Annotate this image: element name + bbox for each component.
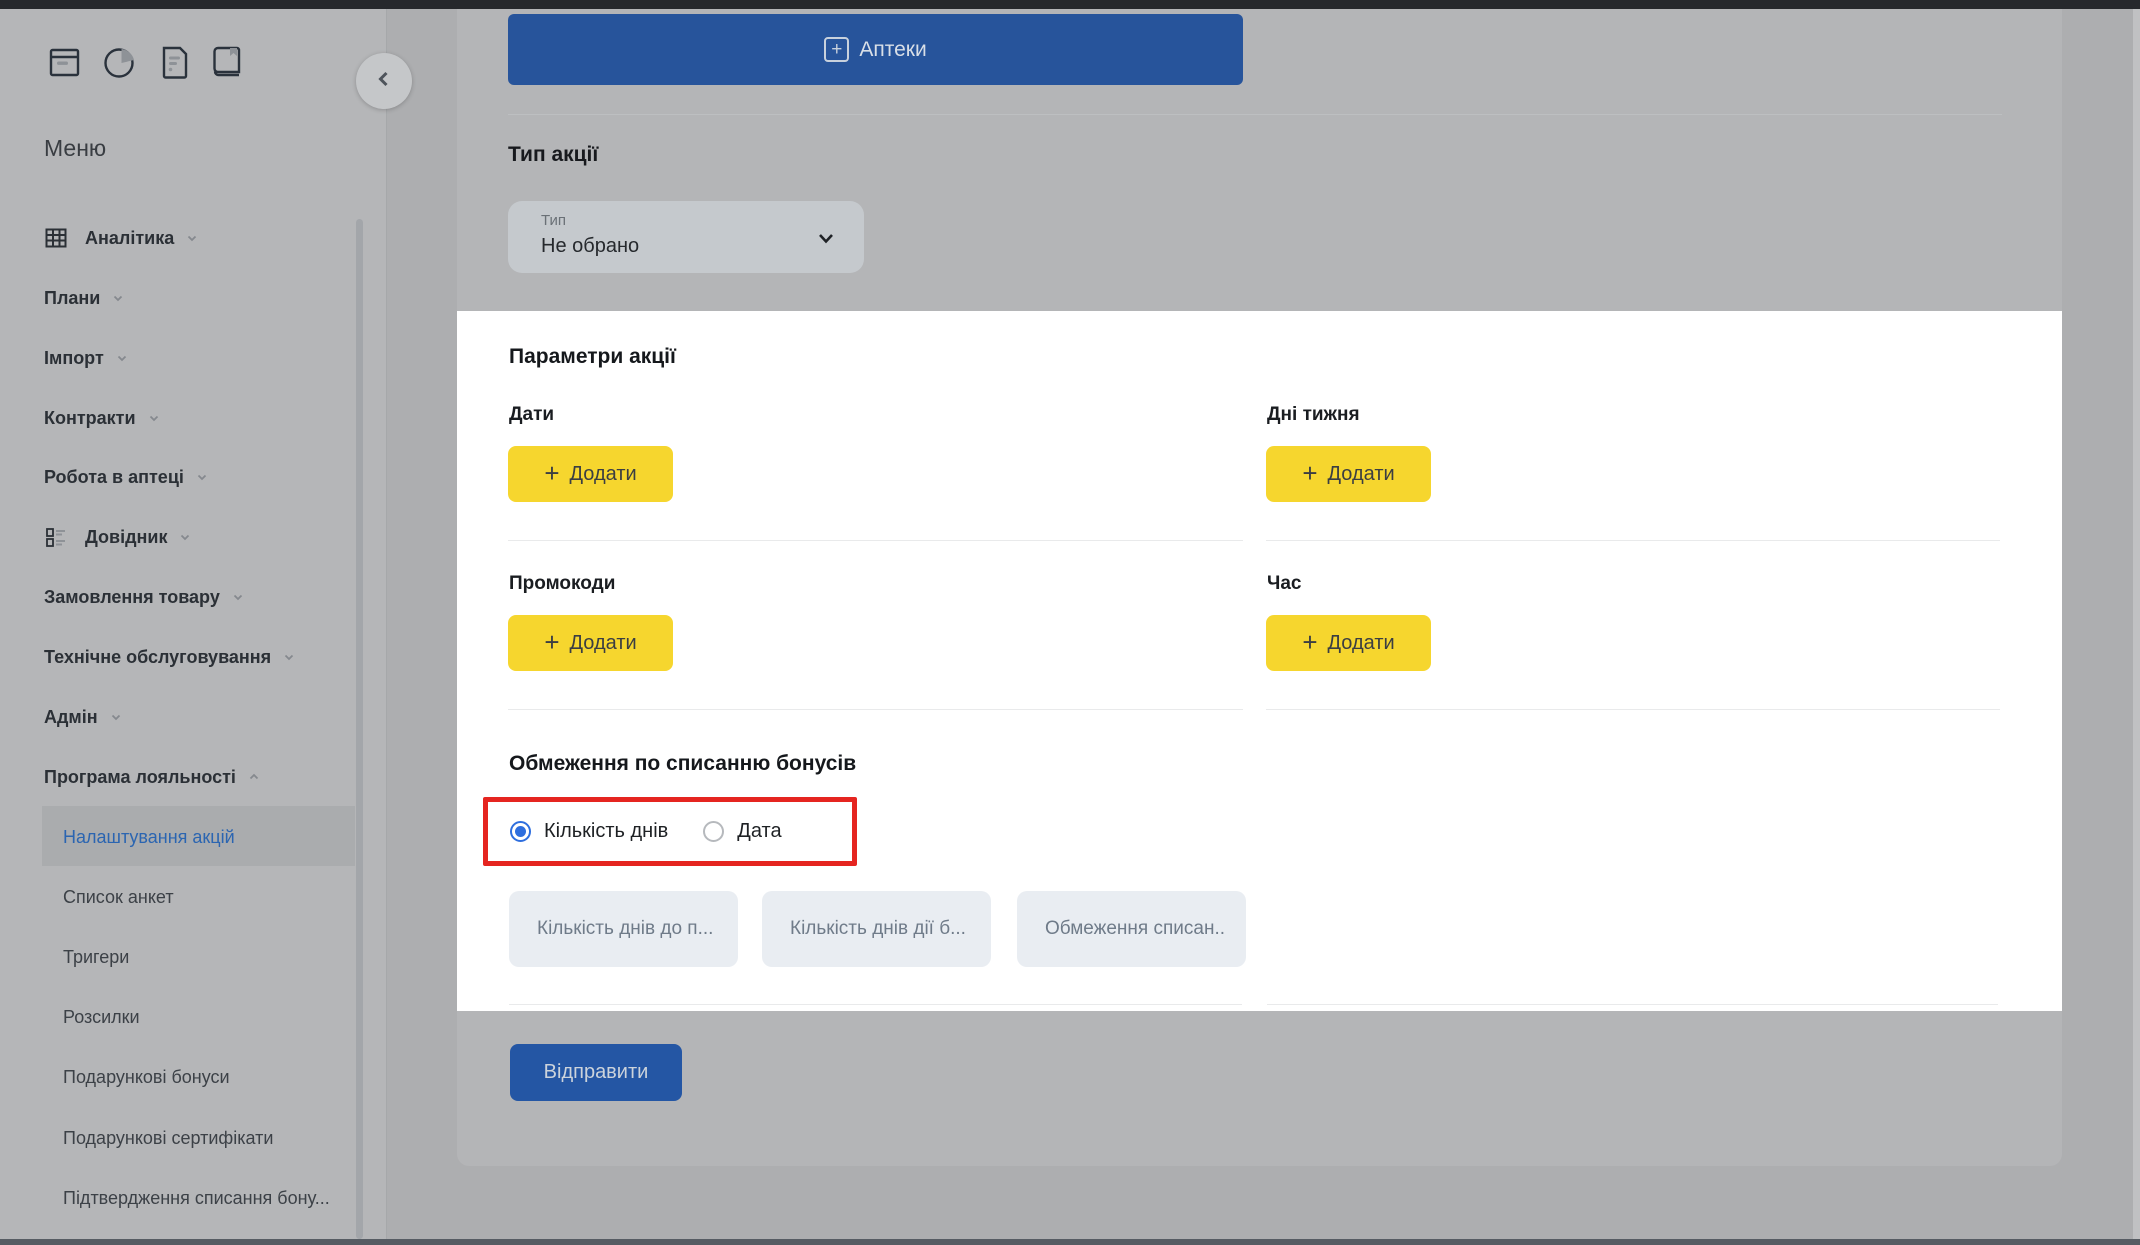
chevron-down-icon — [195, 470, 209, 484]
plus-icon: + — [544, 629, 559, 655]
time-group-label: Час — [1267, 573, 1301, 595]
sidebar-item-maintenance[interactable]: Технічне обслуговування — [44, 644, 296, 670]
chevron-left-icon — [374, 69, 394, 94]
weekdays-group-label: Дні тижня — [1267, 404, 1360, 426]
column-divider — [1266, 709, 2000, 710]
add-date-button[interactable]: + Додати — [508, 446, 673, 502]
writeoff-limit-input[interactable] — [1017, 891, 1246, 967]
sidebar-item-label: Плани — [44, 288, 100, 309]
plus-icon: + — [544, 460, 559, 486]
sidebar-item-loyalty-program[interactable]: Програма лояльності — [44, 764, 261, 790]
add-weekday-button[interactable]: + Додати — [1266, 446, 1431, 502]
sidebar-item-label: Аналітика — [85, 228, 174, 249]
sidebar-toolbar — [44, 40, 248, 90]
column-divider — [509, 1004, 1242, 1005]
sidebar-item-contracts[interactable]: Контракти — [44, 405, 161, 431]
select-label: Тип — [541, 212, 566, 229]
radio-unselected-icon — [703, 821, 724, 842]
restriction-mode-highlight: Кількість днів Дата — [483, 797, 857, 866]
archive-box-icon[interactable] — [44, 40, 85, 90]
chevron-down-icon — [109, 710, 123, 724]
chevron-up-icon — [247, 770, 261, 784]
column-divider — [508, 540, 1243, 541]
sidebar-subitem-gift-bonuses[interactable]: Подарункові бонуси — [63, 1064, 230, 1090]
document-icon[interactable] — [155, 40, 193, 90]
chevron-down-icon — [185, 231, 199, 245]
plus-square-icon: + — [824, 37, 849, 62]
chevron-down-icon — [816, 228, 836, 253]
sidebar-item-pharmacy-work[interactable]: Робота в аптеці — [44, 464, 209, 490]
chevron-down-icon — [178, 530, 192, 544]
chevron-down-icon — [111, 291, 125, 305]
submit-button-label: Відправити — [544, 1061, 649, 1084]
add-button-label: Додати — [1328, 463, 1395, 486]
promocodes-group-label: Промокоди — [509, 573, 615, 595]
add-button-label: Додати — [1328, 632, 1395, 655]
add-button-label: Додати — [570, 632, 637, 655]
radio-days-label: Кількість днів — [544, 820, 668, 843]
sidebar-item-label: Технічне обслуговування — [44, 647, 271, 668]
column-divider — [508, 709, 1243, 710]
sidebar-title: Меню — [44, 135, 106, 162]
sidebar-item-analytics[interactable]: Аналітика — [44, 225, 199, 251]
chevron-down-icon — [115, 351, 129, 365]
promo-type-select[interactable]: Тип Не обрано — [508, 201, 864, 273]
pharmacies-button[interactable]: + Аптеки — [508, 14, 1243, 85]
sidebar-subitem-promo-settings[interactable]: Налаштування акцій — [63, 824, 235, 850]
params-heading: Параметри акції — [509, 345, 676, 369]
sidebar-item-goods-order[interactable]: Замовлення товару — [44, 584, 245, 610]
column-divider — [1266, 540, 2000, 541]
top-chrome-bar — [0, 0, 2140, 9]
radio-date-option[interactable]: Дата — [703, 820, 781, 843]
chevron-down-icon — [147, 411, 161, 425]
sidebar-item-admin[interactable]: Адмін — [44, 704, 123, 730]
sidebar-item-directory[interactable]: Довідник — [44, 524, 192, 550]
plus-icon: + — [1302, 460, 1317, 486]
sidebar-subitem-triggers[interactable]: Тригери — [63, 944, 129, 970]
sidebar-subitem-writeoff-confirmation[interactable]: Підтвердження списання бону... — [63, 1185, 330, 1211]
sidebar-item-label: Замовлення товару — [44, 587, 220, 608]
pie-chart-icon[interactable] — [98, 40, 142, 90]
section-divider — [508, 114, 2002, 115]
sidebar-scrollbar[interactable] — [356, 219, 363, 1239]
sidebar-subitem-questionnaires[interactable]: Список анкет — [63, 884, 174, 910]
bottom-chrome-bar — [0, 1239, 2140, 1245]
column-divider — [1267, 1004, 1998, 1005]
sidebar-item-label: Контракти — [44, 408, 136, 429]
page-scrollbar[interactable] — [2133, 9, 2140, 1239]
sidebar-item-label: Адмін — [44, 707, 98, 728]
book-icon[interactable] — [206, 40, 248, 90]
plus-icon: + — [1302, 629, 1317, 655]
sidebar-item-label: Програма лояльності — [44, 767, 236, 788]
list-details-icon — [44, 525, 68, 549]
radio-days-option[interactable]: Кількість днів — [510, 820, 668, 843]
sidebar: Меню Аналітика Плани Імпорт Контракти Ро… — [0, 9, 387, 1239]
chevron-down-icon — [231, 590, 245, 604]
promo-type-heading: Тип акції — [508, 143, 598, 167]
submit-button[interactable]: Відправити — [510, 1044, 682, 1101]
days-until-writeoff-input[interactable] — [509, 891, 738, 967]
add-button-label: Додати — [570, 463, 637, 486]
sidebar-collapse-button[interactable] — [356, 53, 412, 109]
table-grid-icon — [44, 226, 68, 250]
add-time-button[interactable]: + Додати — [1266, 615, 1431, 671]
bonus-restriction-heading: Обмеження по списанню бонусів — [509, 752, 856, 776]
sidebar-item-import[interactable]: Імпорт — [44, 345, 129, 371]
add-promocode-button[interactable]: + Додати — [508, 615, 673, 671]
radio-date-label: Дата — [737, 820, 781, 843]
sidebar-subitem-mailings[interactable]: Розсилки — [63, 1004, 140, 1030]
bonus-validity-days-input[interactable] — [762, 891, 991, 967]
app-window: Меню Аналітика Плани Імпорт Контракти Ро… — [0, 0, 2140, 1245]
pharmacies-button-label: Аптеки — [859, 38, 926, 62]
chevron-down-icon — [282, 650, 296, 664]
sidebar-item-label: Імпорт — [44, 348, 104, 369]
dates-group-label: Дати — [509, 404, 554, 426]
sidebar-subitem-gift-certificates[interactable]: Подарункові сертифікати — [63, 1125, 273, 1151]
radio-selected-icon — [510, 821, 531, 842]
sidebar-item-label: Робота в аптеці — [44, 467, 184, 488]
sidebar-item-plans[interactable]: Плани — [44, 285, 125, 311]
sidebar-item-label: Довідник — [85, 527, 167, 548]
select-value: Не обрано — [541, 235, 639, 258]
